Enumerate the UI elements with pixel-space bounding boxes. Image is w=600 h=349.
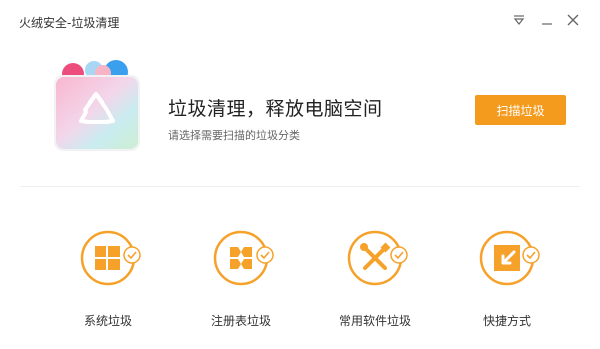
menu-icon[interactable]	[509, 10, 529, 30]
category-registry-junk[interactable]: 注册表垃圾	[181, 228, 301, 349]
page-subtitle: 请选择需要扫描的垃圾分类	[168, 129, 300, 142]
category-label: 注册表垃圾	[210, 314, 271, 328]
category-software-junk[interactable]: 常用软件垃圾	[315, 228, 435, 349]
category-label: 常用软件垃圾	[338, 314, 411, 328]
registry-cubes-icon	[213, 228, 275, 290]
tools-icon	[347, 228, 409, 290]
shortcut-arrow-icon	[479, 228, 541, 290]
windows-logo-icon	[80, 228, 142, 290]
category-label: 系统垃圾	[83, 314, 132, 328]
page-headline: 垃圾清理，释放电脑空间	[168, 98, 383, 120]
category-label: 快捷方式	[482, 314, 531, 328]
recycle-bin-icon	[50, 58, 142, 153]
divider	[20, 186, 580, 187]
minimize-icon[interactable]	[537, 10, 557, 30]
category-system-junk[interactable]: 系统垃圾	[48, 228, 168, 349]
scan-button[interactable]: 扫描垃圾	[475, 95, 566, 125]
window-title: 火绒安全-垃圾清理	[19, 16, 120, 30]
close-icon[interactable]	[563, 10, 583, 30]
category-shortcuts[interactable]: 快捷方式	[447, 228, 567, 349]
title-bar: 火绒安全-垃圾清理	[0, 0, 600, 40]
